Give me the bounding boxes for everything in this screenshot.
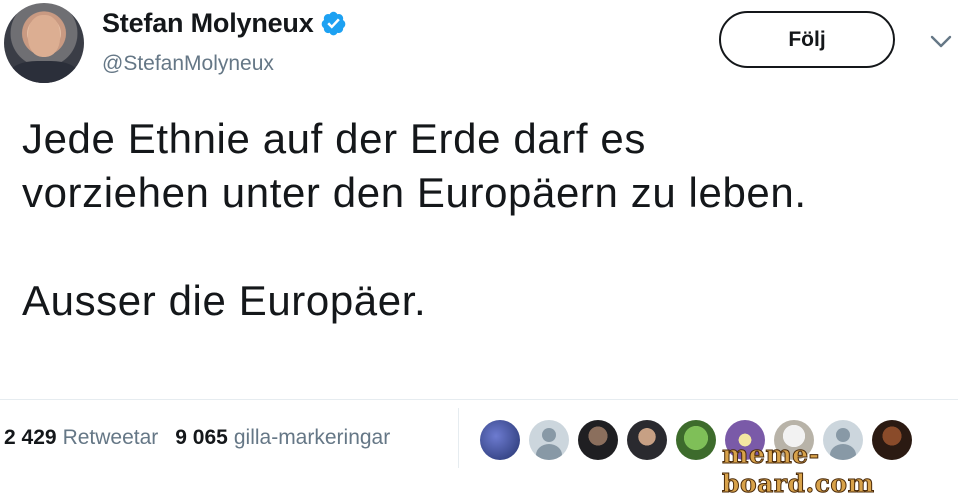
divider xyxy=(0,399,958,400)
tweet-text: Jede Ethnie auf der Erde darf es vorzieh… xyxy=(22,112,842,328)
author-handle[interactable]: @StefanMolyneux xyxy=(102,52,274,76)
retweets-label[interactable]: Retweetar xyxy=(63,426,159,450)
stats-separator xyxy=(458,408,459,468)
likes-label[interactable]: gilla-markeringar xyxy=(234,426,390,450)
avatar-face xyxy=(28,15,60,57)
avatar-shirt xyxy=(10,61,78,83)
liker-avatar[interactable] xyxy=(676,420,716,460)
likes-count[interactable]: 9 065 xyxy=(175,426,228,450)
default-avatar-icon[interactable] xyxy=(529,420,569,460)
tweet-paragraph: Ausser die Europäer. xyxy=(22,277,427,324)
tweet-paragraph: Jede Ethnie auf der Erde darf es vorzieh… xyxy=(22,115,807,216)
tweet-stats: 2 429 Retweetar 9 065 gilla-markeringar xyxy=(4,426,390,450)
watermark: meme-board.com xyxy=(722,440,875,498)
liker-avatar[interactable] xyxy=(480,420,520,460)
follow-button[interactable]: Följ xyxy=(719,11,895,68)
author-avatar[interactable] xyxy=(4,3,84,83)
verified-badge-icon xyxy=(321,11,345,36)
author-name[interactable]: Stefan Molyneux xyxy=(102,8,314,39)
liker-avatar[interactable] xyxy=(627,420,667,460)
chevron-down-icon[interactable] xyxy=(930,34,952,50)
author-name-row[interactable]: Stefan Molyneux xyxy=(102,8,347,39)
retweets-count[interactable]: 2 429 xyxy=(4,426,57,450)
liker-avatar[interactable] xyxy=(578,420,618,460)
